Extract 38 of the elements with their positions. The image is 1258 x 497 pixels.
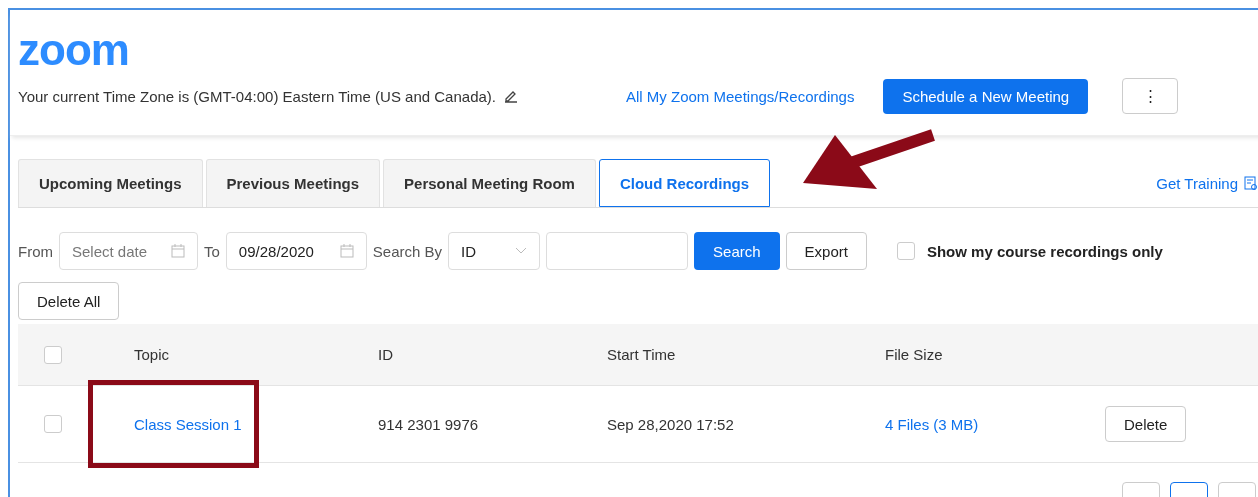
search-button[interactable]: Search	[694, 232, 780, 270]
tab[interactable]: Upcoming Meetings	[18, 159, 203, 207]
to-label: To	[204, 242, 220, 260]
all-meetings-link[interactable]: All My Zoom Meetings/Recordings	[626, 87, 855, 105]
column-header: ID	[378, 346, 394, 363]
topic-link[interactable]: Class Session 1	[134, 415, 378, 433]
checkbox[interactable]	[44, 415, 62, 433]
column-header: Start Time	[607, 346, 677, 363]
search-by-label: Search By	[372, 242, 443, 260]
search-input[interactable]	[546, 232, 689, 270]
tab[interactable]: Personal Meeting Room	[383, 159, 596, 207]
checkbox[interactable]	[896, 242, 915, 260]
training-icon[interactable]	[1244, 175, 1258, 191]
to-date-field[interactable]: 09/28/2020	[225, 232, 367, 270]
zoom-logo: zoom	[18, 30, 130, 70]
schedule-meeting-button[interactable]: Schedule a New Meeting	[883, 78, 1089, 114]
calendar-icon	[171, 244, 185, 258]
delete-button[interactable]: Delete	[1105, 406, 1187, 442]
get-training-link[interactable]: Get Training	[1156, 174, 1238, 192]
table-cell-text: 914 2301 9976	[378, 415, 480, 433]
file-size-link[interactable]: 4 Files (3 MB)	[885, 415, 1105, 433]
more-button[interactable]: ⋮	[1122, 78, 1179, 114]
search-by-select[interactable]: ID	[448, 232, 541, 270]
export-button[interactable]: Export	[785, 232, 867, 270]
from-date-field[interactable]: Select date	[59, 232, 198, 270]
delete-all-button[interactable]: Delete All	[18, 282, 120, 320]
checkbox[interactable]	[44, 345, 62, 364]
column-header: File Size	[885, 346, 944, 363]
tab[interactable]: Previous Meetings	[205, 159, 381, 207]
from-label: From	[18, 242, 53, 260]
calendar-icon	[339, 244, 354, 258]
chevron-down-icon	[515, 247, 528, 255]
column-header: Topic	[134, 346, 171, 363]
timezone-text: Your current Time Zone is (GMT-04:00) Eastern Time (US and Canada).	[18, 87, 496, 105]
course-recordings-label: Show my course recordings only	[926, 242, 1163, 260]
tab[interactable]: Cloud Recordings	[598, 159, 771, 207]
table-cell-text: Sep 28,2020 17:52	[607, 415, 735, 433]
edit-icon[interactable]	[504, 89, 518, 103]
